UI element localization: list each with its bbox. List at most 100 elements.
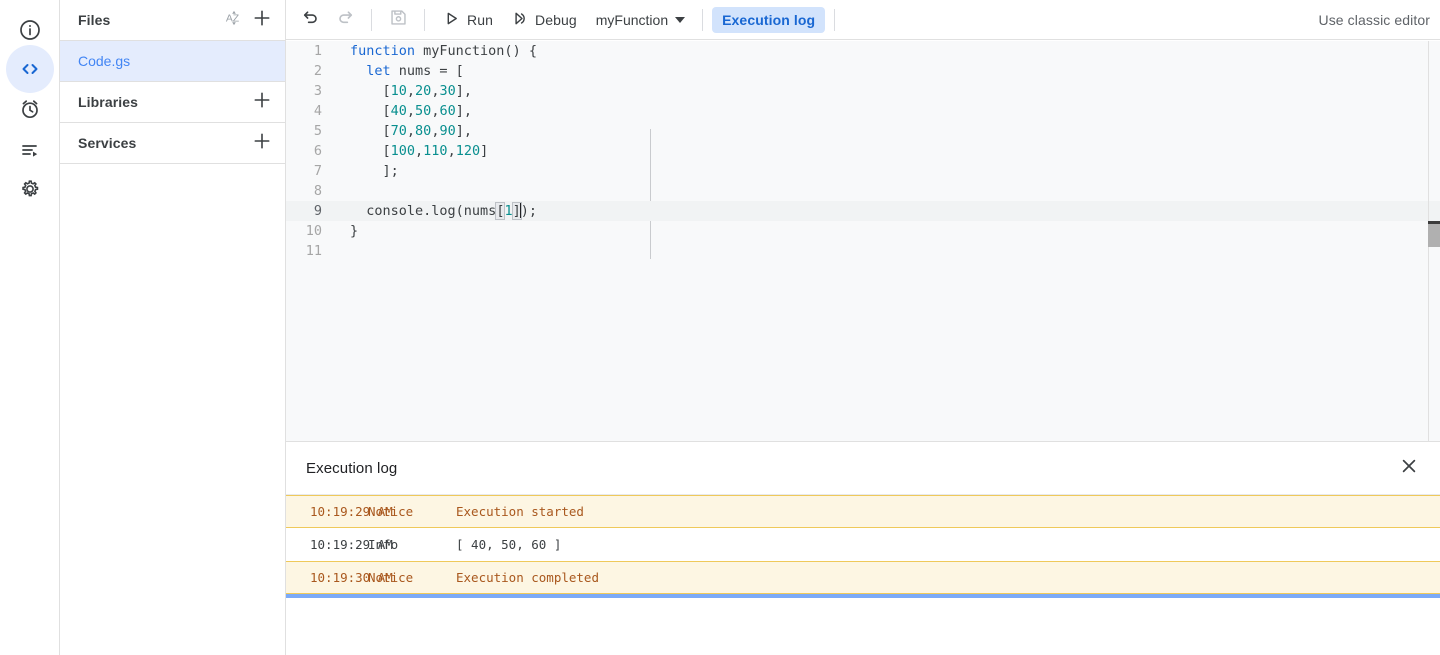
function-select-value: myFunction: [595, 11, 669, 28]
save-button[interactable]: [384, 6, 412, 34]
run-button[interactable]: Run: [434, 6, 502, 34]
line-content: [100,110,120]: [350, 143, 489, 159]
close-execution-log-button[interactable]: [1394, 453, 1424, 483]
files-title: Files: [78, 12, 111, 28]
sort-az-icon: AZ: [224, 8, 244, 33]
execution-log-button-label: Execution log: [722, 11, 816, 28]
code-line: 2 let nums = [: [286, 61, 1440, 81]
code-line: 4 [40,50,60],: [286, 101, 1440, 121]
line-content: }: [350, 223, 359, 239]
plus-icon: [252, 8, 272, 33]
redo-button[interactable]: [331, 6, 359, 34]
line-number: 6: [313, 143, 322, 159]
toolbar-divider: [371, 8, 372, 31]
line-number: 3: [313, 83, 322, 99]
settings-icon-button[interactable]: [6, 165, 54, 213]
chevron-down-icon: [675, 16, 686, 23]
code-lines[interactable]: 1 function myFunction() { 2 let nums = […: [286, 41, 1440, 441]
line-content: [332, 241, 358, 261]
line-number: 2: [313, 63, 322, 79]
sort-az-button[interactable]: AZ: [221, 7, 247, 33]
log-row: 10:19:30 AM Notice Execution completed: [286, 561, 1440, 594]
line-number: 10: [305, 223, 322, 239]
gear-icon: [18, 177, 42, 201]
line-content: [40,50,60],: [350, 103, 472, 119]
plus-icon: [252, 90, 272, 115]
toolbar-divider: [424, 8, 425, 31]
line-number: 5: [313, 123, 322, 139]
line-number: 4: [313, 103, 322, 119]
line-content: ];: [350, 163, 399, 179]
alarm-clock-icon: [18, 97, 42, 121]
execution-log-header: Execution log: [286, 442, 1440, 495]
log-message: Execution completed: [456, 570, 599, 585]
debug-button[interactable]: Debug: [502, 6, 586, 34]
log-time: 10:19:29 AM: [310, 537, 393, 552]
line-number: 8: [313, 183, 322, 199]
files-list: Code.gs: [60, 41, 285, 82]
toolbar-divider: [834, 8, 836, 31]
add-file-button[interactable]: [249, 7, 275, 33]
function-select[interactable]: myFunction: [588, 6, 693, 34]
line-content: function myFunction() {: [350, 43, 537, 59]
debug-label: Debug: [534, 11, 577, 28]
line-content: console.log(nums[1]);: [350, 202, 537, 220]
toolbar-divider: [702, 8, 704, 31]
services-header: Services: [60, 123, 285, 163]
code-line: 11: [286, 241, 1440, 261]
files-section: Files AZ: [60, 0, 285, 41]
line-number: 1: [313, 43, 322, 59]
code-line: 3 [10,20,30],: [286, 81, 1440, 101]
run-label: Run: [467, 11, 493, 28]
code-line: 6 [100,110,120]: [286, 141, 1440, 161]
file-item-code-gs[interactable]: Code.gs: [60, 41, 285, 81]
overview-icon: [18, 18, 42, 42]
log-level: Notice: [368, 504, 414, 519]
services-section: Services: [60, 123, 285, 164]
line-content: [70,80,90],: [350, 123, 472, 139]
undo-button[interactable]: [297, 6, 325, 34]
log-message: Execution started: [456, 504, 584, 519]
file-item-label: Code.gs: [78, 53, 131, 69]
line-number: 7: [313, 163, 322, 179]
code-line: 8: [286, 181, 1440, 201]
project-sidebar: Files AZ Code.gs Libraries Services: [60, 0, 286, 655]
code-editor[interactable]: 1 function myFunction() { 2 let nums = […: [286, 41, 1440, 441]
line-number: 9: [313, 203, 322, 219]
line-content: [332, 181, 358, 201]
add-service-button[interactable]: [249, 130, 275, 156]
code-line-active: 9 console.log(nums[1]);: [286, 201, 1440, 221]
left-icon-rail: [0, 0, 60, 655]
libraries-section: Libraries: [60, 82, 285, 123]
libraries-header: Libraries: [60, 82, 285, 122]
redo-icon: [335, 7, 355, 32]
libraries-title: Libraries: [78, 94, 139, 110]
use-classic-editor-link[interactable]: Use classic editor: [1308, 12, 1440, 28]
undo-icon: [301, 7, 321, 32]
log-level: Notice: [368, 570, 414, 585]
execution-log-rows: 10:19:29 AM Notice Execution started 10:…: [286, 495, 1440, 594]
add-library-button[interactable]: [249, 89, 275, 115]
code-line: 10 }: [286, 221, 1440, 241]
log-row: 10:19:29 AM Info [ 40, 50, 60 ]: [286, 528, 1440, 561]
debug-icon: [511, 10, 528, 30]
code-line: 7 ];: [286, 161, 1440, 181]
log-message: [ 40, 50, 60 ]: [456, 537, 562, 552]
save-icon: [389, 8, 408, 32]
editor-toolbar: Run Debug myFunction Execution log Use c…: [286, 0, 1440, 40]
services-title: Services: [78, 135, 137, 151]
executions-list-icon: [18, 137, 42, 161]
execution-log-progress-bar: [286, 594, 1440, 598]
editor-scrollbar-thumb[interactable]: [1428, 221, 1440, 247]
log-row: 10:19:29 AM Notice Execution started: [286, 495, 1440, 528]
log-time: 10:19:29 AM: [310, 504, 393, 519]
play-icon: [443, 10, 460, 30]
use-classic-editor-label: Use classic editor: [1318, 11, 1430, 28]
code-icon: [18, 57, 42, 81]
log-level: Info: [368, 537, 399, 552]
code-line: 1 function myFunction() {: [286, 41, 1440, 61]
files-header: Files AZ: [60, 0, 285, 40]
plus-icon: [252, 131, 272, 156]
execution-log-button[interactable]: Execution log: [712, 6, 826, 33]
apps-script-editor-window: Files AZ Code.gs Libraries Services Run …: [0, 0, 1440, 655]
